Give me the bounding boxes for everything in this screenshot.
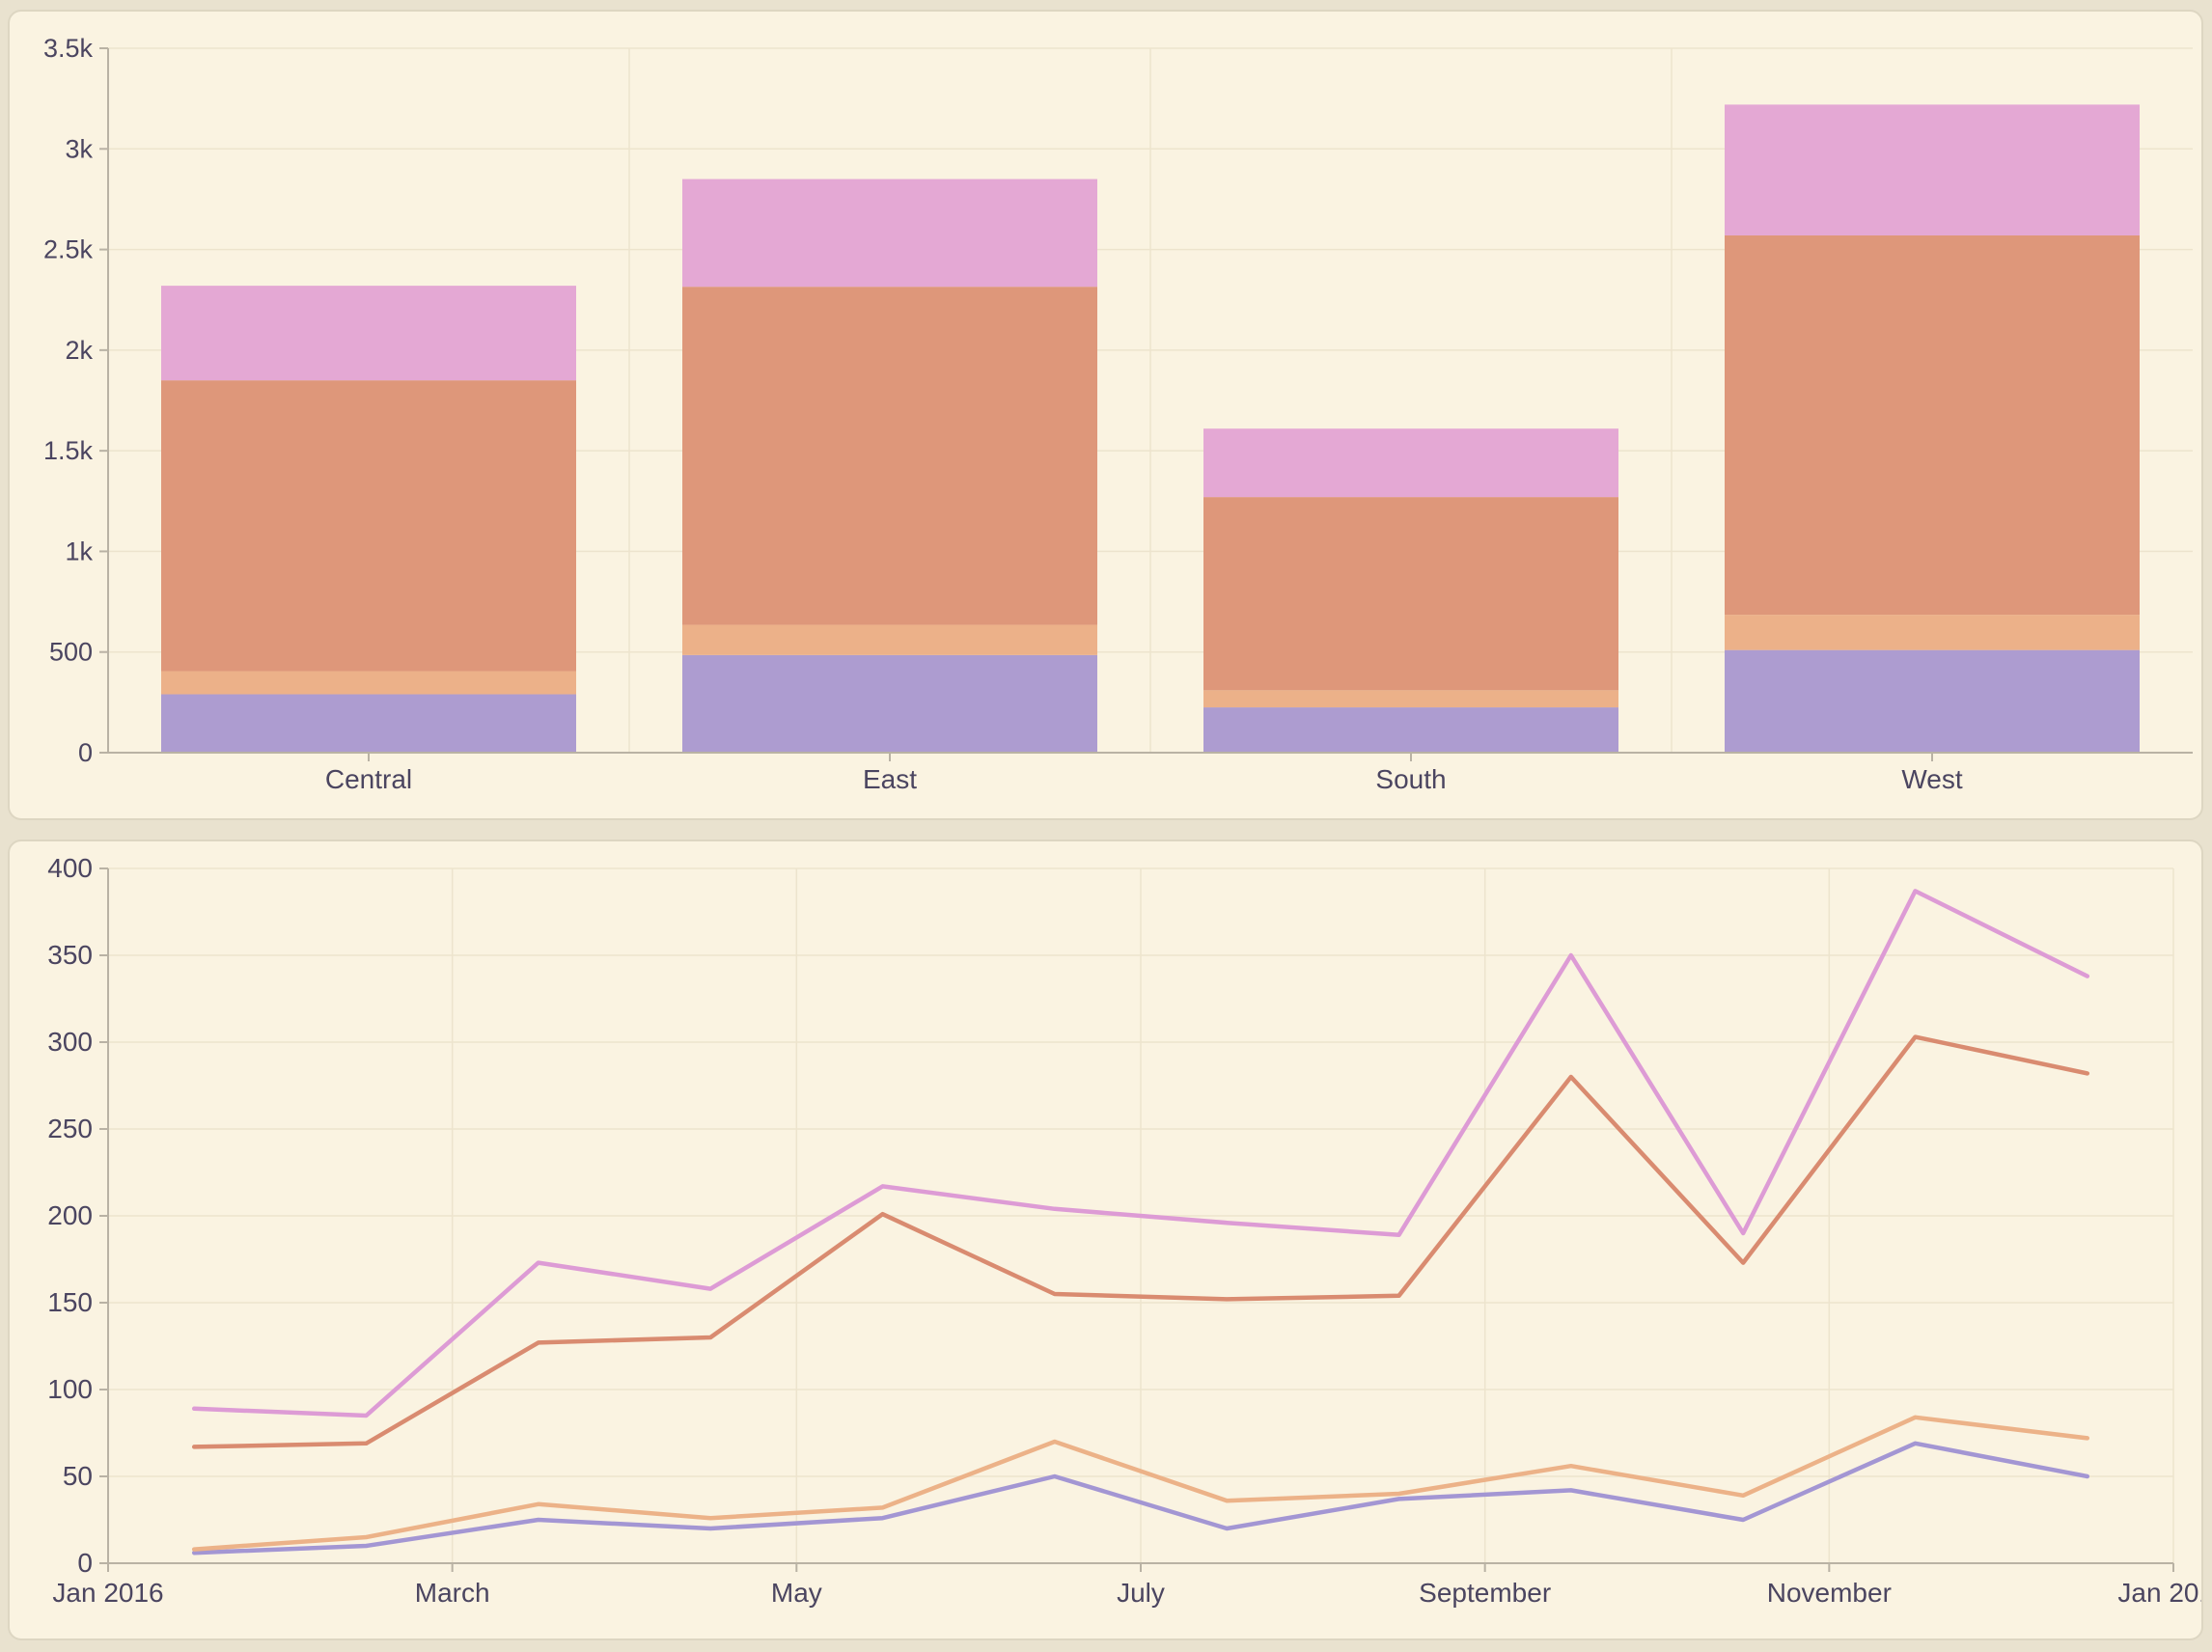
y-tick-label: 0	[78, 738, 93, 767]
x-tick-label: July	[1117, 1578, 1165, 1608]
bar-segment-pink[interactable]	[1203, 428, 1618, 497]
x-tick-label: Jan 2016	[52, 1578, 163, 1608]
bar-segment-salmon[interactable]	[1725, 235, 2140, 615]
y-tick-label: 100	[47, 1374, 93, 1404]
bar-segment-salmon[interactable]	[682, 287, 1097, 624]
y-tick-label: 350	[47, 940, 93, 970]
y-tick-label: 50	[63, 1461, 93, 1491]
bar-central	[161, 286, 576, 753]
y-tick-label: 2.5k	[43, 235, 94, 264]
bar-segment-tan[interactable]	[161, 672, 576, 695]
bar-segment-purple[interactable]	[1725, 650, 2140, 753]
bar-segment-pink[interactable]	[161, 286, 576, 380]
y-tick-label: 0	[77, 1548, 93, 1578]
bar-segment-pink[interactable]	[1725, 104, 2140, 235]
x-category-label: West	[1901, 764, 1962, 794]
x-tick-label: March	[415, 1578, 490, 1608]
bar-east	[682, 179, 1097, 753]
bar-segment-pink[interactable]	[682, 179, 1097, 288]
y-tick-label: 500	[49, 638, 93, 667]
x-tick-label: September	[1419, 1578, 1551, 1608]
y-tick-label: 1.5k	[43, 436, 94, 465]
x-category-label: South	[1375, 764, 1446, 794]
line-chart-panel: 0 50 100 150 200 250 300 350 400 Jan 2016 March May…	[8, 840, 2203, 1640]
x-category-label: East	[863, 764, 917, 794]
stacked-bar-chart-panel: 0 500 1k 1.5k 2k 2.5k 3k 3.5k Central East South We…	[8, 10, 2203, 820]
bar-segment-purple[interactable]	[682, 655, 1097, 753]
x-tick-label: November	[1767, 1578, 1892, 1608]
y-tick-label: 3.5k	[43, 34, 94, 63]
y-tick-label: 200	[47, 1200, 93, 1230]
bar-south	[1203, 428, 1618, 753]
x-tick-label: May	[771, 1578, 822, 1608]
bar-segment-tan[interactable]	[682, 625, 1097, 655]
bar-segment-salmon[interactable]	[161, 380, 576, 671]
y-tick-label: 250	[47, 1114, 93, 1143]
x-tick-label: Jan 2017	[2117, 1578, 2201, 1608]
y-tick-label: 300	[47, 1027, 93, 1057]
x-category-label: Central	[325, 764, 412, 794]
y-tick-label: 150	[47, 1287, 93, 1317]
y-tick-label: 3k	[65, 134, 93, 163]
bar-segment-tan[interactable]	[1203, 690, 1618, 707]
line-chart: 0 50 100 150 200 250 300 350 400 Jan 2016 March May…	[10, 841, 2201, 1638]
bar-west	[1725, 104, 2140, 753]
bar-segment-purple[interactable]	[1203, 707, 1618, 753]
bar-segment-purple[interactable]	[161, 695, 576, 753]
bar-segment-tan[interactable]	[1725, 615, 2140, 650]
stacked-bar-chart: 0 500 1k 1.5k 2k 2.5k 3k 3.5k Central East South We…	[10, 12, 2201, 818]
y-tick-label: 400	[47, 853, 93, 883]
y-tick-label: 2k	[65, 336, 93, 365]
y-tick-label: 1k	[65, 537, 93, 565]
bar-segment-salmon[interactable]	[1203, 497, 1618, 690]
